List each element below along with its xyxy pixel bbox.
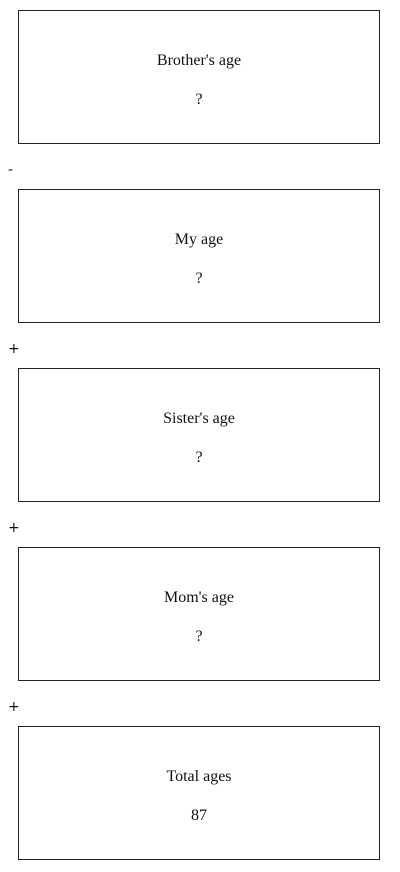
my-age-value: ? xyxy=(195,270,203,287)
total-ages-card: Total ages 87 xyxy=(18,726,380,860)
mom-age-card: Mom's age ? xyxy=(18,547,380,681)
plus-operator: + xyxy=(8,341,20,357)
minus-operator: - xyxy=(8,162,14,178)
plus-operator: + xyxy=(8,520,20,536)
sister-age-value: ? xyxy=(195,449,203,466)
total-ages-value: 87 xyxy=(191,807,207,824)
my-age-label: My age xyxy=(174,231,224,248)
mom-age-value: ? xyxy=(195,628,203,645)
brother-age-value: ? xyxy=(195,91,203,108)
sister-age-label: Sister's age xyxy=(163,410,235,427)
mom-age-label: Mom's age xyxy=(164,589,234,606)
brother-age-label: Brother's age xyxy=(156,52,242,69)
brother-age-card: Brother's age ? xyxy=(18,10,380,144)
total-ages-label: Total ages xyxy=(166,768,232,785)
sister-age-card: Sister's age ? xyxy=(18,368,380,502)
plus-operator: + xyxy=(8,699,20,715)
my-age-card: My age ? xyxy=(18,189,380,323)
